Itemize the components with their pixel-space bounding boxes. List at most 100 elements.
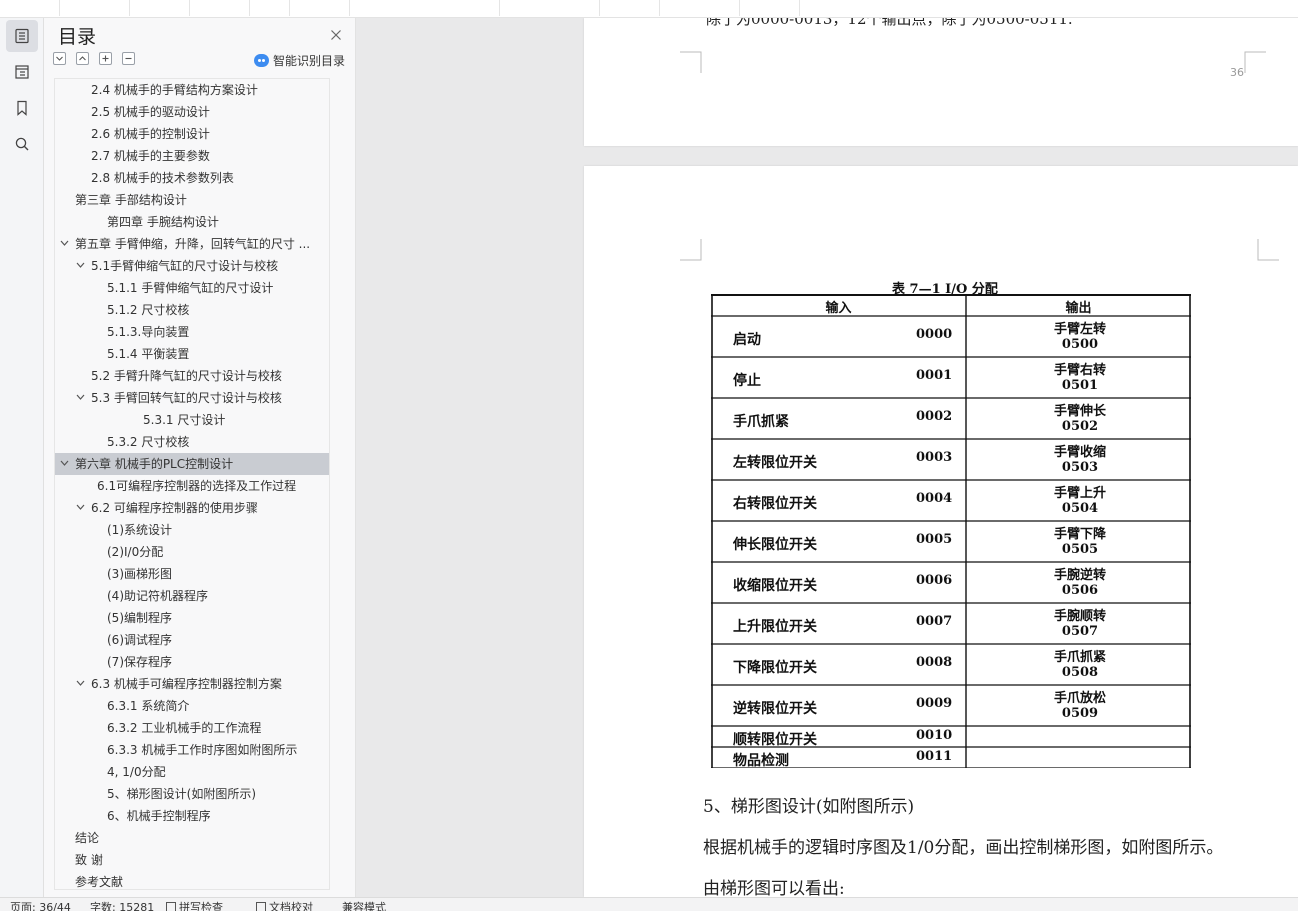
chevron-down-icon <box>56 56 63 61</box>
toc-item[interactable]: 5.2 手臂升降气缸的尺寸设计与校核 <box>55 365 329 387</box>
table-cell-output-code: 0503 <box>1061 460 1099 475</box>
toc-item[interactable]: (7)保存程序 <box>55 651 329 673</box>
toc-item[interactable]: 5.1.3.导向装置 <box>55 321 329 343</box>
minus-icon <box>125 57 132 60</box>
toc-item[interactable]: 5.1.2 尺寸校核 <box>55 299 329 321</box>
toc-item[interactable]: (1)系统设计 <box>55 519 329 541</box>
table-cell-output-code: 0506 <box>1061 583 1099 598</box>
toc-icon <box>15 28 29 44</box>
table-cell-input-code: 0007 <box>916 614 953 629</box>
table-cell-input-name: 手爪抓紧 <box>733 414 789 430</box>
toc-item-label: (3)画梯形图 <box>107 567 172 581</box>
spell-check-toggle[interactable]: 拼写检查 <box>166 902 223 911</box>
table-cell-output-name: 手臂收缩 <box>1053 445 1106 460</box>
toc-item[interactable]: 5、梯形图设计(如附图所示) <box>55 783 329 805</box>
page-text-cut: 除了为0000-0013，12个输出点，除了为0500-0511. <box>706 18 1073 28</box>
toc-item[interactable]: (3)画梯形图 <box>55 563 329 585</box>
toc-item[interactable]: 4, 1/0分配 <box>55 761 329 783</box>
chevron-down-icon[interactable] <box>76 504 85 510</box>
table-cell-input-code: 0008 <box>916 655 953 670</box>
close-button[interactable] <box>330 26 342 40</box>
toc-item-label: 5.3.1 尺寸设计 <box>143 413 226 427</box>
page-indicator[interactable]: 页面: 36/44 <box>10 902 71 911</box>
table-cell-input-name: 启动 <box>733 332 761 348</box>
chevron-down-icon[interactable] <box>60 460 69 466</box>
toc-item[interactable]: 致 谢 <box>55 849 329 871</box>
chevron-down-icon[interactable] <box>76 680 85 686</box>
toc-item-label: 5.1.4 平衡装置 <box>107 347 190 361</box>
plus-icon <box>102 55 109 62</box>
crop-mark-icon <box>1244 51 1266 73</box>
table-cell-output-name: 手爪放松 <box>1053 691 1106 706</box>
search-button[interactable] <box>6 128 38 160</box>
toc-item[interactable]: 5.1.1 手臂伸缩气缸的尺寸设计 <box>55 277 329 299</box>
toc-item[interactable]: 6.3.2 工业机械手的工作流程 <box>55 717 329 739</box>
table-cell-output-name: 手腕顺转 <box>1053 609 1106 624</box>
toc-panel-button[interactable] <box>6 20 38 52</box>
table-cell-input-name: 收缩限位开关 <box>733 578 817 594</box>
bookmark-button[interactable] <box>6 92 38 124</box>
toc-item-label: (6)调试程序 <box>107 633 172 647</box>
word-count[interactable]: 字数: 15281 <box>90 902 154 911</box>
toc-item[interactable]: 2.7 机械手的主要参数 <box>55 145 329 167</box>
table-header-input: 输入 <box>825 301 852 316</box>
toc-item[interactable]: 第五章 手臂伸缩，升降，回转气缸的尺寸 ... <box>55 233 329 255</box>
toc-item[interactable]: 2.5 机械手的驱动设计 <box>55 101 329 123</box>
toc-item[interactable]: 2.8 机械手的技术参数列表 <box>55 167 329 189</box>
toc-item[interactable]: 6.1可编程序控制器的选择及工作过程 <box>55 475 329 497</box>
toc-item[interactable]: 2.6 机械手的控制设计 <box>55 123 329 145</box>
toolbar-segment[interactable] <box>660 0 740 16</box>
toc-item[interactable]: 5.3.1 尺寸设计 <box>55 409 329 431</box>
chevron-down-icon[interactable] <box>60 240 69 246</box>
collapse-up-button[interactable] <box>76 52 89 65</box>
table-cell-output-name: 手腕逆转 <box>1053 568 1106 583</box>
expand-all-button[interactable] <box>99 52 112 65</box>
toolbar-segment[interactable] <box>0 0 60 16</box>
toc-item[interactable]: 参考文献 <box>55 871 329 889</box>
chevron-down-icon[interactable] <box>76 394 85 400</box>
toc-item[interactable]: 5.1.4 平衡装置 <box>55 343 329 365</box>
paragraph-heading: 5、梯形图设计(如附图所示) <box>703 797 915 817</box>
toc-item[interactable]: 第三章 手部结构设计 <box>55 189 329 211</box>
toc-item-label: 参考文献 <box>75 875 124 889</box>
toolbar-segment[interactable] <box>60 0 130 16</box>
toc-item[interactable]: (5)编制程序 <box>55 607 329 629</box>
collapse-all-button[interactable] <box>122 52 135 65</box>
toc-item[interactable]: 6.3 机械手可编程序控制器控制方案 <box>55 673 329 695</box>
expand-down-button[interactable] <box>53 52 66 65</box>
io-table: 输入 输出 启动 0000 手臂左转 0500 停止 0001 手臂右转 0501 手爪抓紧 00… <box>711 294 1193 769</box>
toolbar-segment[interactable] <box>740 0 800 16</box>
toc-item[interactable]: 2.4 机械手的手臂结构方案设计 <box>55 79 329 101</box>
toc-item-label: 6.3.2 工业机械手的工作流程 <box>107 721 262 735</box>
proofread-toggle[interactable]: 文档校对 <box>256 902 313 911</box>
toc-item[interactable]: 6.3.3 机械手工作时序图如附图所示 <box>55 739 329 761</box>
toc-item[interactable]: (6)调试程序 <box>55 629 329 651</box>
toc-item-label: 4, 1/0分配 <box>107 765 166 779</box>
navigation-button[interactable] <box>6 56 38 88</box>
toolbar-segment[interactable] <box>500 0 600 16</box>
toolbar-segment[interactable] <box>130 0 190 16</box>
toc-item[interactable]: 5.3.2 尺寸校核 <box>55 431 329 453</box>
toolbar-segment[interactable] <box>190 0 250 16</box>
toc-item[interactable]: 第六章 机械手的PLC控制设计 <box>55 453 329 475</box>
chevron-down-icon[interactable] <box>76 262 85 268</box>
toc-item[interactable]: 结论 <box>55 827 329 849</box>
toc-item[interactable]: 6.3.1 系统简介 <box>55 695 329 717</box>
toc-item[interactable]: 5.1手臂伸缩气缸的尺寸设计与校核 <box>55 255 329 277</box>
smart-toc-button[interactable]: 智能识别目录 <box>254 52 345 69</box>
table-cell-input-code: 0011 <box>916 749 953 764</box>
toc-item[interactable]: 6.2 可编程序控制器的使用步骤 <box>55 497 329 519</box>
toc-item[interactable]: 5.3 手臂回转气缸的尺寸设计与校核 <box>55 387 329 409</box>
toc-item[interactable]: 第四章 手腕结构设计 <box>55 211 329 233</box>
toolbar-segment[interactable] <box>350 0 500 16</box>
document-area: 除了为0000-0013，12个输出点，除了为0500-0511. 36 表 7… <box>357 18 1298 897</box>
toolbar-segment[interactable] <box>290 0 350 16</box>
toc-item[interactable]: 6、机械手控制程序 <box>55 805 329 827</box>
toolbar-segment[interactable] <box>250 0 290 16</box>
toc-panel: 目录 智能识别目录 2.4 机械手的手臂结构方案设计 2.5 机械手的驱动设计 2.… <box>44 18 380 906</box>
toc-item[interactable]: (2)I/0分配 <box>55 541 329 563</box>
table-cell-output-code: 0500 <box>1061 337 1099 352</box>
toolbar-segment[interactable] <box>600 0 660 16</box>
toc-item-label: 6.3.1 系统简介 <box>107 699 190 713</box>
toc-item[interactable]: (4)助记符机器程序 <box>55 585 329 607</box>
